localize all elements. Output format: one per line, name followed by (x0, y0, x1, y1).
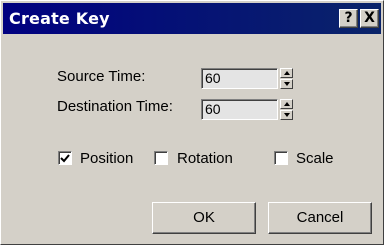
destination-time-spin-arrows (280, 99, 293, 120)
help-button[interactable]: ? (339, 9, 358, 28)
create-key-dialog: Create Key ? X Source Time: 60 Destinati… (0, 0, 384, 245)
source-time-label: Source Time: (57, 68, 146, 85)
source-time-spin-arrows (280, 68, 293, 89)
destination-time-increment-button[interactable] (280, 99, 293, 109)
rotation-label[interactable]: Rotation (177, 150, 233, 167)
arrow-down-icon (284, 82, 290, 86)
position-label[interactable]: Position (80, 150, 133, 167)
source-time-decrement-button[interactable] (280, 79, 293, 89)
scale-label[interactable]: Scale (296, 150, 334, 167)
arrow-up-icon (284, 71, 290, 75)
close-button[interactable]: X (360, 9, 379, 28)
destination-time-input[interactable]: 60 (201, 99, 278, 120)
destination-time-spinner: 60 (201, 99, 297, 120)
title-bar[interactable]: Create Key ? X (3, 3, 381, 34)
arrow-down-icon (284, 113, 290, 117)
source-time-spinner: 60 (201, 68, 297, 89)
rotation-checkbox[interactable] (154, 151, 168, 165)
checkmark-icon (60, 154, 70, 163)
source-time-input[interactable]: 60 (201, 68, 278, 89)
arrow-up-icon (284, 102, 290, 106)
dialog-title: Create Key (9, 9, 110, 28)
destination-time-label: Destination Time: (57, 98, 173, 115)
scale-checkbox[interactable] (274, 151, 288, 165)
position-checkbox[interactable] (58, 151, 72, 165)
cancel-button[interactable]: Cancel (268, 202, 372, 234)
destination-time-decrement-button[interactable] (280, 110, 293, 120)
source-time-increment-button[interactable] (280, 68, 293, 78)
ok-button[interactable]: OK (152, 202, 256, 234)
